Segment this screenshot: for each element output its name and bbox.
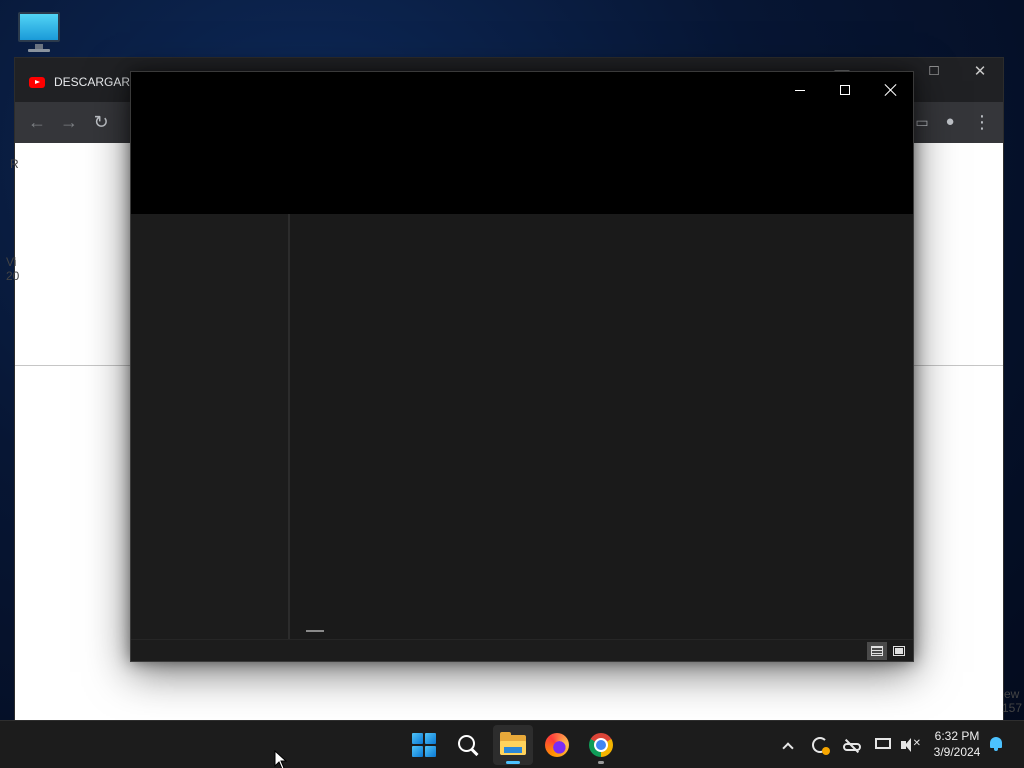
cloud-off-icon (843, 738, 861, 754)
network-icon (875, 738, 893, 752)
sync-icon (812, 737, 830, 755)
close-button[interactable] (868, 76, 914, 104)
details-view-icon (871, 646, 883, 656)
page-text-fragment: 157 (1002, 701, 1023, 715)
chrome-maximize-button[interactable]: □ (919, 62, 949, 79)
back-button[interactable]: ← (25, 111, 49, 133)
details-view-button[interactable] (867, 642, 887, 660)
close-icon (885, 84, 897, 96)
volume-tray-button[interactable]: ✕ (900, 735, 921, 755)
clock-time: 6:32 PM (934, 729, 980, 743)
tiles-view-button[interactable] (889, 642, 909, 660)
tiles-view-icon (893, 646, 905, 656)
chrome-tab-title: DESCARGAR (54, 75, 131, 89)
chevron-up-icon (782, 741, 794, 754)
search-button[interactable] (448, 725, 488, 765)
firefox-icon (545, 733, 569, 757)
content-pane[interactable] (290, 214, 913, 639)
reload-button[interactable]: ↻ (89, 111, 113, 133)
window-header (131, 72, 913, 214)
youtube-icon (29, 76, 45, 88)
profile-icon[interactable]: ● (938, 111, 962, 133)
page-text-fragment: 20 (6, 269, 20, 283)
show-hidden-icons-button[interactable] (778, 735, 798, 755)
sync-tray-button[interactable] (810, 735, 830, 755)
page-text-fragment: Vi (6, 255, 17, 269)
start-button[interactable] (404, 725, 444, 765)
file-explorer-taskbar-button[interactable] (493, 725, 533, 765)
page-text-fragment: ew (1004, 687, 1020, 701)
chrome-tab[interactable]: DESCARGAR (29, 70, 130, 94)
chrome-close-button[interactable]: ✕ (965, 62, 995, 80)
loading-indicator (306, 630, 324, 632)
onedrive-tray-button[interactable] (842, 735, 862, 755)
monitor-icon (18, 12, 60, 42)
maximize-button[interactable] (822, 76, 868, 104)
clock[interactable]: 6:32 PM 3/9/2024 (926, 728, 988, 760)
firefox-taskbar-button[interactable] (537, 725, 577, 765)
folder-icon (500, 732, 526, 755)
status-bar (131, 639, 913, 661)
network-tray-button[interactable] (874, 735, 894, 755)
maximize-icon (840, 85, 850, 95)
this-pc-desktop-icon[interactable] (16, 10, 62, 52)
taskbar: ✕ 6:32 PM 3/9/2024 (0, 720, 1024, 768)
bell-icon[interactable] (988, 736, 1004, 752)
chrome-icon (589, 733, 613, 757)
search-icon (457, 734, 479, 756)
windows-start-icon (412, 733, 436, 757)
chrome-taskbar-button[interactable] (581, 725, 621, 765)
navigation-pane[interactable] (131, 214, 288, 639)
minimize-icon (795, 89, 805, 91)
active-indicator (506, 761, 520, 764)
volume-muted-icon: ✕ (901, 738, 921, 752)
minimize-button[interactable] (777, 76, 823, 104)
chrome-menu-button[interactable]: ⋮ (970, 111, 994, 133)
forward-button[interactable]: → (57, 111, 81, 133)
clock-date: 3/9/2024 (933, 745, 981, 759)
page-text-fragment: R (10, 157, 19, 171)
file-explorer-window (130, 71, 914, 662)
running-indicator (598, 761, 604, 764)
